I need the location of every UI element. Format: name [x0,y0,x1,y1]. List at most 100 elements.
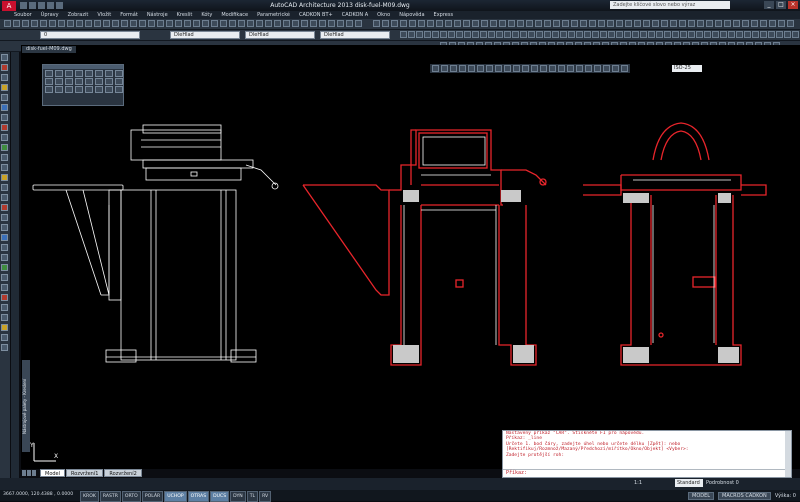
toolbar-icon[interactable] [229,20,236,27]
toolbar-icon[interactable] [472,31,479,38]
toolbar-icon[interactable] [424,31,431,38]
draw-tool-icon[interactable] [65,86,73,93]
toolbar-icon[interactable] [427,20,434,27]
toolbar-icon[interactable] [728,31,735,38]
toolbar-icon[interactable] [634,20,641,27]
toolbar-icon[interactable] [544,31,551,38]
toolbar-icon[interactable] [528,31,535,38]
view-tool-icon[interactable] [477,65,484,72]
toolbar-icon[interactable] [688,31,695,38]
menu-item[interactable]: Express [434,12,454,18]
toolbar-icon[interactable] [130,20,137,27]
toolbar-icon[interactable] [490,20,497,27]
extend-tool-icon[interactable] [1,224,8,231]
toolbar-icon[interactable] [571,20,578,27]
toolbar-icon[interactable] [310,20,317,27]
toolbar-icon[interactable] [256,20,263,27]
toolbar-icon[interactable] [319,20,326,27]
toolbar-icon[interactable] [752,31,759,38]
toggle-rv[interactable]: RV [259,491,272,502]
toolbar-icon[interactable] [184,20,191,27]
toolbar-icon[interactable] [408,31,415,38]
view-tool-icon[interactable] [522,65,529,72]
toolbar-icon[interactable] [640,31,647,38]
toolbar-icon[interactable] [40,20,47,27]
toolbar-icon[interactable] [337,20,344,27]
toolbar-icon[interactable] [418,20,425,27]
toolbar-icon[interactable] [535,20,542,27]
toolbar-icon[interactable] [792,31,799,38]
toolbar-icon[interactable] [712,31,719,38]
new-icon[interactable] [20,2,27,9]
toolbar-icon[interactable] [733,20,740,27]
toolbar-icon[interactable] [776,31,783,38]
break-tool-icon[interactable] [1,234,8,241]
text-tool-icon[interactable] [1,114,8,121]
redo-icon[interactable] [56,2,63,9]
toolbar-icon[interactable] [400,31,407,38]
table-tool-icon[interactable] [1,344,8,351]
view-tool-icon[interactable] [495,65,502,72]
toolbar-icon[interactable] [520,31,527,38]
menu-item[interactable]: Vložit [97,12,111,18]
toolbar-icon[interactable] [480,31,487,38]
toolbar-icon[interactable] [292,20,299,27]
draw-tool-icon[interactable] [65,70,73,77]
menu-item[interactable]: Nástroje [147,12,168,18]
toolbar-icon[interactable] [661,20,668,27]
toolbar-icon[interactable] [624,31,631,38]
toolbar-icon[interactable] [688,20,695,27]
toggle-rastr[interactable]: RASTR [99,491,121,502]
menu-item[interactable]: Úpravy [41,12,59,18]
polyline-tool-icon[interactable] [1,64,8,71]
toolbar-icon[interactable] [648,31,655,38]
toolbar-icon[interactable] [680,31,687,38]
open-icon[interactable] [29,2,36,9]
draw-tool-icon[interactable] [105,86,113,93]
view-tool-icon[interactable] [513,65,520,72]
toolbar-icon[interactable] [696,31,703,38]
toolbar-icon[interactable] [768,31,775,38]
toolbar-icon[interactable] [202,20,209,27]
toolbar-icon[interactable] [544,20,551,27]
draw-tool-icon[interactable] [95,70,103,77]
toolbar-icon[interactable] [643,20,650,27]
stretch-tool-icon[interactable] [1,204,8,211]
save-icon[interactable] [38,2,45,9]
view-tool-icon[interactable] [576,65,583,72]
toolbar-icon[interactable] [652,20,659,27]
toolbar-icon[interactable] [464,31,471,38]
toggle-orto[interactable]: ORTO [121,491,141,502]
toolbar-icon[interactable] [568,31,575,38]
toolbar-icon[interactable] [265,20,272,27]
toolbar-icon[interactable] [454,20,461,27]
linetype-combo[interactable]: DleHlad [245,31,315,39]
view-tool-icon[interactable] [441,65,448,72]
undo-icon[interactable] [47,2,54,9]
view-tool-icon[interactable] [585,65,592,72]
toolbar-icon[interactable] [496,31,503,38]
view-tool-icon[interactable] [540,65,547,72]
toolbar-icon[interactable] [103,20,110,27]
toolbar-icon[interactable] [576,31,583,38]
view-tool-icon[interactable] [621,65,628,72]
fillet-tool-icon[interactable] [1,254,8,261]
menu-item[interactable]: CADKON A [342,12,368,18]
draw-tool-icon[interactable] [95,86,103,93]
toolbar-icon[interactable] [166,20,173,27]
tab-model[interactable]: Model [40,469,66,477]
toolbar-icon[interactable] [49,20,56,27]
toolbar-icon[interactable] [736,31,743,38]
dimension-style-combo[interactable]: ISO-25 [672,65,702,72]
toolbar-icon[interactable] [157,20,164,27]
menu-item[interactable]: Parametrické [257,12,290,18]
toolbar-icon[interactable] [391,20,398,27]
toolbar-icon[interactable] [715,20,722,27]
toolbar-icon[interactable] [744,31,751,38]
toolbar-icon[interactable] [724,20,731,27]
insert-tool-icon[interactable] [1,294,8,301]
toolbar-icon[interactable] [679,20,686,27]
toolbar-icon[interactable] [526,20,533,27]
toolbar-icon[interactable] [598,20,605,27]
view-tool-icon[interactable] [567,65,574,72]
